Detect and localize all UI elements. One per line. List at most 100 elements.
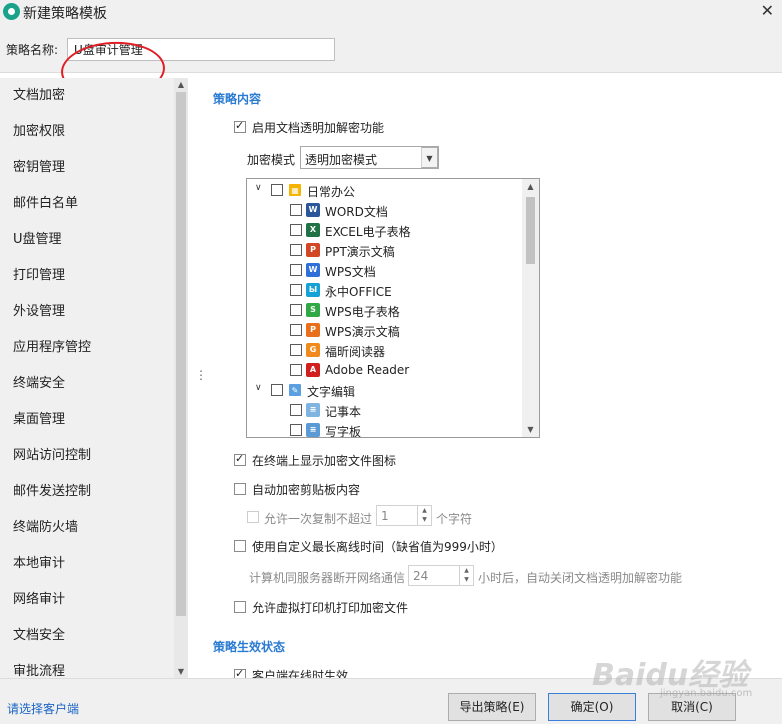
tree-item-row[interactable]: W WORD文档 xyxy=(247,200,521,220)
tree-item-row[interactable]: G 福昕阅读器 xyxy=(247,340,521,360)
tree-item-label: WPS电子表格 xyxy=(325,305,400,319)
allow-copy-checkbox[interactable] xyxy=(247,511,259,523)
section-title-policy-content: 策略内容 xyxy=(213,92,262,106)
tree-item-label: WORD文档 xyxy=(325,205,388,219)
tree-checkbox[interactable] xyxy=(290,364,302,376)
offline-hours-value: 24 xyxy=(413,569,429,583)
text-edit-group-icon: ✎ xyxy=(288,383,302,397)
splitter-handle-icon[interactable]: ⋮ xyxy=(195,368,207,382)
enable-transparent-checkbox[interactable] xyxy=(234,119,246,133)
tree-item-row[interactable]: X EXCEL电子表格 xyxy=(247,220,521,240)
sidebar-scroll-thumb[interactable] xyxy=(176,92,186,616)
word-icon: W xyxy=(306,203,320,217)
online-effect-checkbox[interactable] xyxy=(234,667,246,678)
sidebar-item[interactable]: 邮件白名单 xyxy=(0,186,174,222)
tree-checkbox[interactable] xyxy=(290,344,302,356)
sidebar-item[interactable]: U盘管理 xyxy=(0,222,174,258)
footer-bar: 请选择客户端 导出策略(E) 确定(O) 取消(C) xyxy=(0,678,782,724)
offline-prefix-label: 计算机同服务器断开网络通信 xyxy=(249,571,406,585)
tree-checkbox[interactable] xyxy=(271,384,283,396)
tree-checkbox[interactable] xyxy=(290,304,302,316)
adobe-reader-icon: A xyxy=(306,363,320,377)
custom-offline-label: 使用自定义最长离线时间（缺省值为999小时） xyxy=(252,540,503,554)
sidebar-item[interactable]: 网站访问控制 xyxy=(0,438,174,474)
tree-checkbox[interactable] xyxy=(290,424,302,436)
chevron-down-icon[interactable]: ▼ xyxy=(421,147,438,168)
ok-button[interactable]: 确定(O) xyxy=(548,693,636,721)
yozo-office-icon: Ы xyxy=(306,283,320,297)
tree-checkbox[interactable] xyxy=(290,324,302,336)
sidebar-item[interactable]: 外设管理 xyxy=(0,294,174,330)
sidebar-item[interactable]: 桌面管理 xyxy=(0,402,174,438)
excel-icon: X xyxy=(306,223,320,237)
tree-group-row[interactable]: ∨ ✎ 文字编辑 xyxy=(247,380,521,400)
tree-item-label: 记事本 xyxy=(325,405,362,419)
expand-chevron-icon[interactable]: ∨ xyxy=(255,183,262,193)
select-client-link[interactable]: 请选择客户端 xyxy=(7,700,79,717)
tree-scroll-down-icon[interactable]: ▼ xyxy=(522,425,539,434)
tree-scroll-thumb[interactable] xyxy=(526,197,535,264)
sidebar-item[interactable]: 打印管理 xyxy=(0,258,174,294)
sidebar: 文档加密 加密权限 密钥管理 邮件白名单 U盘管理 打印管理 外设管理 应用程序管控 终端安全桌… xyxy=(0,78,188,679)
tree-checkbox[interactable] xyxy=(290,264,302,276)
tree-scroll-up-icon[interactable]: ▲ xyxy=(522,182,539,191)
copy-limit-unit: 个字符 xyxy=(436,512,473,526)
tree-item-label: EXCEL电子表格 xyxy=(325,225,411,239)
sidebar-item[interactable]: 文档加密 xyxy=(0,78,174,114)
tree-item-row[interactable]: P PPT演示文稿 xyxy=(247,240,521,260)
custom-offline-checkbox[interactable] xyxy=(234,540,246,552)
tree-item-row[interactable]: W WPS文档 xyxy=(247,260,521,280)
tree-item-row[interactable]: Ы 永中OFFICE xyxy=(247,280,521,300)
stepper-arrows-icon[interactable]: ▲ ▼ xyxy=(459,566,473,585)
tree-item-row[interactable]: S WPS电子表格 xyxy=(247,300,521,320)
policy-name-bar: 策略名称: xyxy=(0,26,782,101)
copy-limit-stepper[interactable]: 1 ▲ ▼ xyxy=(376,505,432,526)
online-effect-label: 客户端在线时生效 xyxy=(252,669,349,678)
sidebar-item[interactable]: 终端防火墙 xyxy=(0,510,174,546)
tree-item-label: 永中OFFICE xyxy=(325,285,392,299)
auto-clipboard-checkbox[interactable] xyxy=(234,483,246,495)
office-group-icon: ▦ xyxy=(288,183,302,197)
sidebar-item[interactable]: 终端安全 xyxy=(0,366,174,402)
encrypt-mode-select[interactable]: 透明加密模式 ▼ xyxy=(300,146,439,169)
show-icon-checkbox[interactable] xyxy=(234,452,246,466)
encrypt-mode-value: 透明加密模式 xyxy=(305,153,378,167)
tree-group-row[interactable]: ∨ ▦ 日常办公 xyxy=(247,180,521,200)
tree-checkbox[interactable] xyxy=(290,284,302,296)
tree-item-row[interactable]: ≡ 记事本 xyxy=(247,400,521,420)
sidebar-item[interactable]: 网络审计 xyxy=(0,582,174,618)
tree-checkbox[interactable] xyxy=(290,244,302,256)
scroll-up-icon[interactable]: ▲ xyxy=(174,80,188,89)
sidebar-item[interactable]: 加密权限 xyxy=(0,114,174,150)
allow-copy-label: 允许一次复制不超过 xyxy=(264,512,373,526)
copy-limit-value: 1 xyxy=(381,509,389,523)
sidebar-item[interactable]: 邮件发送控制 xyxy=(0,474,174,510)
tree-item-label: PPT演示文稿 xyxy=(325,245,395,259)
tree-item-row[interactable]: A Adobe Reader xyxy=(247,360,521,380)
virtual-printer-checkbox[interactable] xyxy=(234,601,246,613)
stepper-arrows-icon[interactable]: ▲ ▼ xyxy=(417,506,431,525)
cancel-button[interactable]: 取消(C) xyxy=(648,693,736,721)
tree-checkbox[interactable] xyxy=(290,204,302,216)
sidebar-item[interactable]: 文档安全 xyxy=(0,618,174,654)
tree-item-row[interactable]: ≡ 写字板 xyxy=(247,420,521,437)
sidebar-item[interactable]: 密钥管理 xyxy=(0,150,174,186)
close-icon[interactable]: ✕ xyxy=(761,1,774,20)
tree-item-label: Adobe Reader xyxy=(325,363,410,377)
sidebar-item[interactable]: 本地审计 xyxy=(0,546,174,582)
sidebar-item[interactable]: 应用程序管控 xyxy=(0,330,174,366)
auto-clipboard-label: 自动加密剪贴板内容 xyxy=(252,483,361,497)
expand-chevron-icon[interactable]: ∨ xyxy=(255,383,262,393)
tree-scrollbar[interactable]: ▲ ▼ xyxy=(522,179,539,437)
offline-hours-stepper[interactable]: 24 ▲ ▼ xyxy=(408,565,474,586)
tree-checkbox[interactable] xyxy=(290,224,302,236)
tree-item-row[interactable]: P WPS演示文稿 xyxy=(247,320,521,340)
sidebar-scrollbar[interactable]: ▲ ▼ xyxy=(174,78,188,678)
export-policy-button[interactable]: 导出策略(E) xyxy=(448,693,536,721)
tree-checkbox[interactable] xyxy=(271,184,283,196)
policy-name-input[interactable] xyxy=(67,38,335,61)
wps-sheet-icon: S xyxy=(306,303,320,317)
tree-checkbox[interactable] xyxy=(290,404,302,416)
tree-group-label: 日常办公 xyxy=(307,185,356,199)
title-bar: 新建策略模板 ✕ xyxy=(0,0,782,26)
